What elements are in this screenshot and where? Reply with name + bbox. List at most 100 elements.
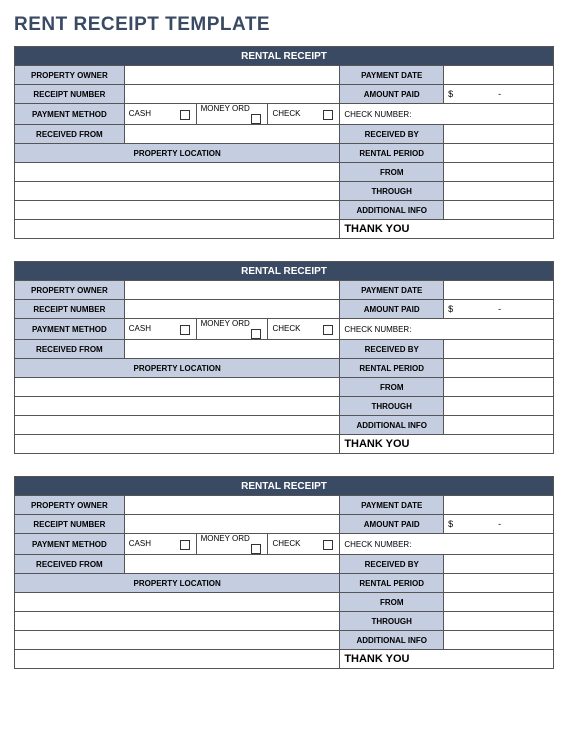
checkbox-icon[interactable] — [251, 544, 261, 554]
opt-money-ord-label: MONEY ORD — [201, 534, 250, 543]
label-through: THROUGH — [340, 612, 444, 631]
label-amount-paid: AMOUNT PAID — [340, 85, 444, 104]
label-property-location: PROPERTY LOCATION — [15, 574, 340, 593]
label-payment-date: PAYMENT DATE — [340, 281, 444, 300]
label-received-by: RECEIVED BY — [340, 555, 444, 574]
field-rental-period[interactable] — [444, 574, 554, 593]
field-property-location-4[interactable] — [15, 650, 340, 669]
field-received-by[interactable] — [444, 125, 554, 144]
field-property-location-2[interactable] — [15, 397, 340, 416]
field-rental-period[interactable] — [444, 359, 554, 378]
opt-check[interactable]: CHECK — [268, 319, 340, 340]
checkbox-icon[interactable] — [251, 329, 261, 339]
field-additional-info[interactable] — [444, 631, 554, 650]
label-receipt-number: RECEIPT NUMBER — [15, 515, 125, 534]
label-payment-method: PAYMENT METHOD — [15, 534, 125, 555]
field-from[interactable] — [444, 163, 554, 182]
label-payment-method: PAYMENT METHOD — [15, 319, 125, 340]
field-additional-info[interactable] — [444, 416, 554, 435]
receipt-header: RENTAL RECEIPT — [15, 262, 554, 281]
label-amount-paid: AMOUNT PAID — [340, 300, 444, 319]
field-check-number[interactable]: CHECK NUMBER: — [340, 319, 554, 340]
field-amount-paid[interactable]: $ - — [444, 515, 554, 534]
field-payment-date[interactable] — [444, 281, 554, 300]
field-received-from[interactable] — [124, 340, 340, 359]
opt-money-ord-label: MONEY ORD — [201, 104, 250, 113]
field-received-by[interactable] — [444, 555, 554, 574]
label-rental-period: RENTAL PERIOD — [340, 359, 444, 378]
opt-check[interactable]: CHECK — [268, 104, 340, 125]
field-receipt-number[interactable] — [124, 300, 340, 319]
field-property-owner[interactable] — [124, 281, 340, 300]
amount-prefix: $ — [448, 304, 453, 314]
opt-money-ord[interactable]: MONEY ORD — [196, 319, 268, 340]
field-property-location-3[interactable] — [15, 416, 340, 435]
thank-you: THANK YOU — [340, 435, 554, 454]
field-from[interactable] — [444, 378, 554, 397]
opt-check-label: CHECK — [272, 109, 300, 118]
field-receipt-number[interactable] — [124, 515, 340, 534]
field-through[interactable] — [444, 182, 554, 201]
label-additional-info: ADDITIONAL INFO — [340, 201, 444, 220]
field-through[interactable] — [444, 397, 554, 416]
field-receipt-number[interactable] — [124, 85, 340, 104]
field-amount-paid[interactable]: $ - — [444, 85, 554, 104]
checkbox-icon[interactable] — [323, 325, 333, 335]
field-property-location-4[interactable] — [15, 220, 340, 239]
field-property-location-2[interactable] — [15, 182, 340, 201]
checkbox-icon[interactable] — [180, 110, 190, 120]
label-receipt-number: RECEIPT NUMBER — [15, 300, 125, 319]
receipt-3: RENTAL RECEIPT PROPERTY OWNER PAYMENT DA… — [14, 476, 554, 669]
field-property-location-1[interactable] — [15, 593, 340, 612]
field-from[interactable] — [444, 593, 554, 612]
label-received-from: RECEIVED FROM — [15, 555, 125, 574]
checkbox-icon[interactable] — [180, 325, 190, 335]
opt-money-ord[interactable]: MONEY ORD — [196, 534, 268, 555]
field-rental-period[interactable] — [444, 144, 554, 163]
opt-check[interactable]: CHECK — [268, 534, 340, 555]
field-received-from[interactable] — [124, 125, 340, 144]
label-from: FROM — [340, 378, 444, 397]
field-received-by[interactable] — [444, 340, 554, 359]
opt-cash[interactable]: CASH — [124, 319, 196, 340]
label-through: THROUGH — [340, 182, 444, 201]
field-payment-date[interactable] — [444, 496, 554, 515]
receipt-header: RENTAL RECEIPT — [15, 477, 554, 496]
opt-money-ord[interactable]: MONEY ORD — [196, 104, 268, 125]
field-through[interactable] — [444, 612, 554, 631]
receipt-1: RENTAL RECEIPT PROPERTY OWNER PAYMENT DA… — [14, 46, 554, 239]
field-property-location-4[interactable] — [15, 435, 340, 454]
field-check-number[interactable]: CHECK NUMBER: — [340, 104, 554, 125]
label-additional-info: ADDITIONAL INFO — [340, 416, 444, 435]
receipt-header: RENTAL RECEIPT — [15, 47, 554, 66]
thank-you: THANK YOU — [340, 650, 554, 669]
checkbox-icon[interactable] — [180, 540, 190, 550]
field-property-location-3[interactable] — [15, 201, 340, 220]
field-property-owner[interactable] — [124, 66, 340, 85]
field-property-location-1[interactable] — [15, 163, 340, 182]
field-amount-paid[interactable]: $ - — [444, 300, 554, 319]
field-property-location-1[interactable] — [15, 378, 340, 397]
label-payment-method: PAYMENT METHOD — [15, 104, 125, 125]
checkbox-icon[interactable] — [251, 114, 261, 124]
field-payment-date[interactable] — [444, 66, 554, 85]
label-amount-paid: AMOUNT PAID — [340, 515, 444, 534]
field-additional-info[interactable] — [444, 201, 554, 220]
checkbox-icon[interactable] — [323, 540, 333, 550]
field-property-location-2[interactable] — [15, 612, 340, 631]
amount-prefix: $ — [448, 89, 453, 99]
opt-check-label: CHECK — [272, 539, 300, 548]
thank-you: THANK YOU — [340, 220, 554, 239]
opt-cash-label: CASH — [129, 539, 151, 548]
opt-cash[interactable]: CASH — [124, 534, 196, 555]
label-received-by: RECEIVED BY — [340, 125, 444, 144]
field-received-from[interactable] — [124, 555, 340, 574]
field-check-number[interactable]: CHECK NUMBER: — [340, 534, 554, 555]
field-property-location-3[interactable] — [15, 631, 340, 650]
opt-cash[interactable]: CASH — [124, 104, 196, 125]
label-rental-period: RENTAL PERIOD — [340, 144, 444, 163]
field-property-owner[interactable] — [124, 496, 340, 515]
checkbox-icon[interactable] — [323, 110, 333, 120]
label-property-owner: PROPERTY OWNER — [15, 281, 125, 300]
amount-suffix: - — [498, 519, 501, 529]
